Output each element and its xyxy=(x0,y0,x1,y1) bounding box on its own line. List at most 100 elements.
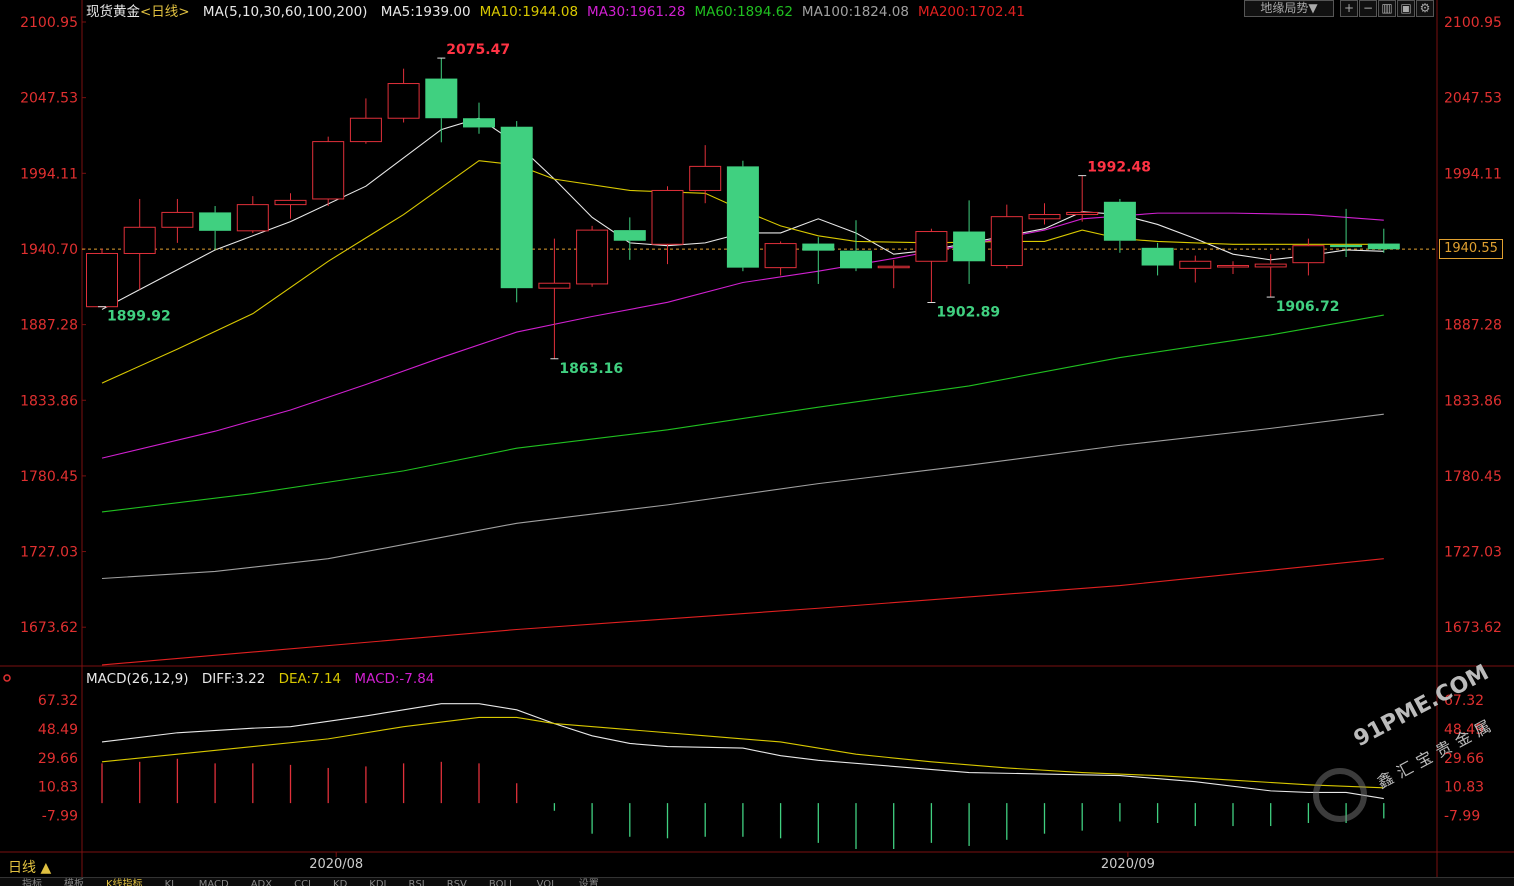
candle-body xyxy=(990,216,1023,267)
candle-body xyxy=(1028,214,1061,220)
candle-body xyxy=(915,231,948,262)
candle-body xyxy=(199,212,232,231)
candle-body xyxy=(538,282,571,289)
candle-body xyxy=(877,265,910,269)
scenario-dropdown[interactable]: 地缘局势▼ xyxy=(1244,0,1334,17)
period-label: 日线 xyxy=(8,860,36,876)
ma-value-ma5: MA5:1939.00 xyxy=(380,4,471,20)
candle-body xyxy=(953,231,986,262)
candle-body xyxy=(236,204,269,232)
extreme-label: 1899.92 xyxy=(107,309,171,325)
macd-dea-line xyxy=(101,716,1384,789)
ma-value-ma200: MA200:1702.41 xyxy=(917,4,1025,20)
candle-body xyxy=(274,199,307,206)
extreme-label: 1906.72 xyxy=(1276,299,1340,315)
macd-value: MACD:-7.84 xyxy=(354,671,435,687)
y-tick-label-right: 2047.53 xyxy=(1444,91,1502,107)
y-tick-label-right: 1727.03 xyxy=(1444,545,1502,561)
candle-body xyxy=(349,117,382,143)
candle-body xyxy=(425,78,458,119)
extreme-label: 1863.16 xyxy=(559,361,623,377)
y-tick-label-left: 1727.03 xyxy=(20,545,78,561)
macd-dea: DEA:7.14 xyxy=(278,671,342,687)
candle-body xyxy=(463,118,495,128)
ma-value-ma100: MA100:1824.08 xyxy=(801,4,909,20)
extreme-label: 1992.48 xyxy=(1087,160,1151,176)
candle-body xyxy=(1066,211,1099,216)
candle-body xyxy=(123,226,156,254)
candle-body xyxy=(802,243,835,251)
macd-tick-label-left: 67.32 xyxy=(38,693,78,709)
candle-body xyxy=(1367,243,1400,250)
candle-body xyxy=(726,166,759,268)
x-axis-label: 2020/08 xyxy=(309,857,363,872)
y-tick-label-right: 1887.28 xyxy=(1444,318,1502,334)
y-tick-label-left: 1673.62 xyxy=(20,620,78,636)
candle-body xyxy=(689,165,722,191)
y-tick-label-right: 1994.11 xyxy=(1444,166,1502,182)
candle-body xyxy=(651,189,684,245)
ma-params: MA(5,10,30,60,100,200) xyxy=(202,4,368,20)
watermark-logo-icon xyxy=(1313,768,1367,822)
candle-body xyxy=(161,211,194,228)
candle-body xyxy=(840,250,872,269)
chart-canvas[interactable]: 2100.95 2100.95 2047.53 2047.53 1994.11 1994.… xyxy=(0,0,1514,885)
y-tick-label-left: 2100.95 xyxy=(20,15,78,31)
y-tick-label-left: 1887.28 xyxy=(20,318,78,334)
bars-icon[interactable]: ▥ xyxy=(1378,0,1396,17)
settings-icon[interactable]: ⚙ xyxy=(1416,0,1434,17)
y-tick-label-right: 2100.95 xyxy=(1444,15,1502,31)
ma-line-ma60 xyxy=(101,314,1384,513)
zoom-in-icon[interactable]: + xyxy=(1340,0,1358,17)
period-tag: <日线> xyxy=(140,4,190,20)
candle-body xyxy=(764,243,797,269)
macd-tick-label-left: 10.83 xyxy=(38,780,78,796)
layout-icon[interactable]: ▣ xyxy=(1397,0,1415,17)
ma-value-ma10: MA10:1944.08 xyxy=(479,4,579,20)
current-price-label: 1940.55 xyxy=(1439,239,1503,259)
macd-tick-label-left: 29.66 xyxy=(38,751,78,767)
pane-marker-icon xyxy=(3,674,11,682)
candle-body xyxy=(1141,247,1174,266)
y-tick-label-left: 1994.11 xyxy=(20,166,78,182)
ma-values: MA5:1939.00 MA10:1944.08 MA30:1961.28 MA60:… xyxy=(381,4,1034,20)
period-selector[interactable]: 日线 ▲ xyxy=(8,857,51,877)
ma-value-ma60: MA60:1894.62 xyxy=(694,4,793,20)
y-tick-label-left: 1833.86 xyxy=(20,393,78,409)
x-axis-label: 2020/09 xyxy=(1101,857,1155,872)
ma-value-ma30: MA30:1961.28 xyxy=(587,4,686,20)
macd-tick-label-right: 10.83 xyxy=(1444,780,1484,796)
y-tick-label-right: 1673.62 xyxy=(1444,620,1502,636)
ma-line-ma100 xyxy=(101,413,1384,580)
main-legend: 现货黄金<日线> MA(5,10,30,60,100,200) MA5:1939… xyxy=(86,0,1043,20)
macd-tick-label-left: 48.49 xyxy=(38,722,78,738)
candle-body xyxy=(1254,263,1287,268)
candle-body xyxy=(1330,244,1363,248)
ma-line-ma200 xyxy=(101,558,1384,666)
y-tick-label-left: 1780.45 xyxy=(20,469,78,485)
candle-body xyxy=(387,83,420,119)
y-tick-label-left: 2047.53 xyxy=(20,91,78,107)
candle-body xyxy=(86,252,118,308)
extreme-label: 1902.89 xyxy=(936,304,1000,320)
candle-body xyxy=(500,126,533,289)
y-tick-label-right: 1833.86 xyxy=(1444,393,1502,409)
candle-body xyxy=(1179,260,1212,269)
candle-body xyxy=(613,230,646,241)
macd-tick-label-left: -7.99 xyxy=(42,808,78,824)
macd-diff-line xyxy=(101,703,1384,800)
macd-diff: DIFF:3.22 xyxy=(201,671,266,687)
macd-tick-label-right: -7.99 xyxy=(1444,808,1480,824)
zoom-out-icon[interactable]: − xyxy=(1359,0,1377,17)
chart-stage[interactable]: 2100.95 2100.95 2047.53 2047.53 1994.11 1994.… xyxy=(0,0,1514,885)
y-tick-label-left: 1940.70 xyxy=(20,242,78,258)
extreme-label: 2075.47 xyxy=(446,42,510,58)
y-tick-label-right: 1780.45 xyxy=(1444,469,1502,485)
candle-body xyxy=(312,141,345,200)
candle-body xyxy=(1217,265,1249,268)
candle-body xyxy=(1292,245,1325,264)
candle-body xyxy=(1103,201,1136,241)
macd-title: MACD(26,12,9) xyxy=(86,671,189,687)
macd-legend: MACD(26,12,9) DIFF:3.22 DEA:7.14 MACD:-7… xyxy=(86,671,443,687)
candle-body xyxy=(576,229,609,285)
